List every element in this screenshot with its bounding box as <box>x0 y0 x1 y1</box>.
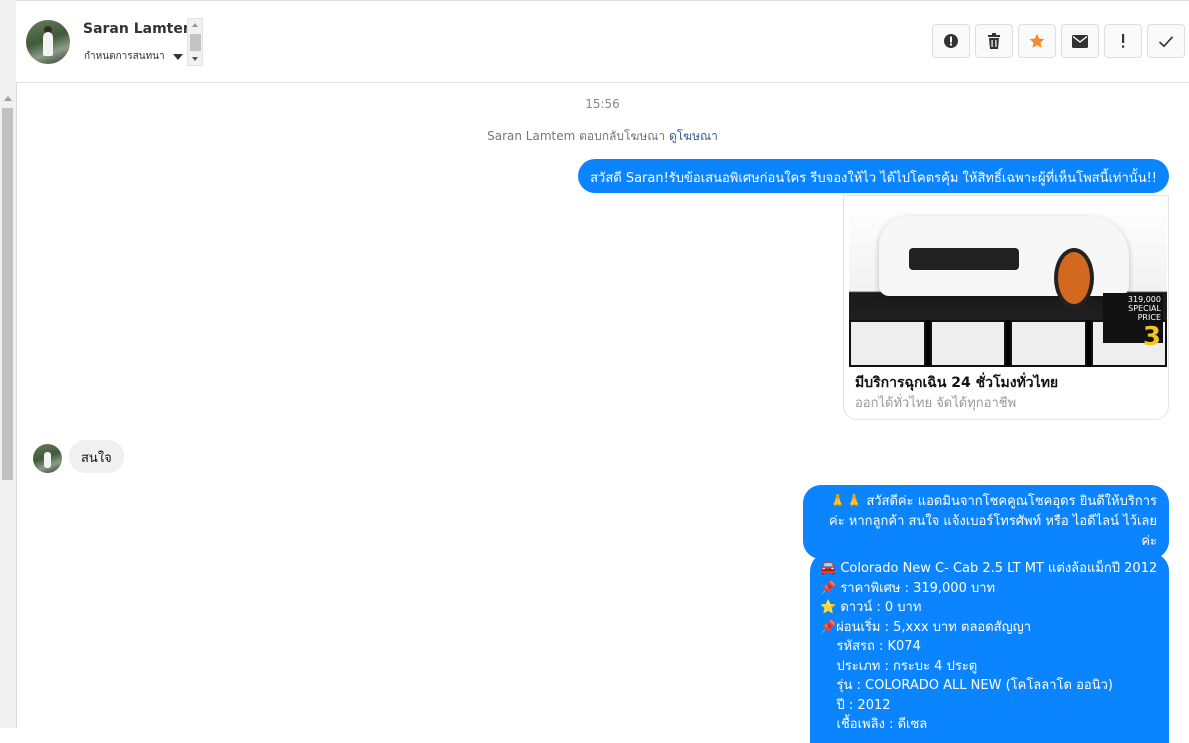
thumbnail <box>1010 320 1087 367</box>
status-scrollbar-thumb[interactable] <box>190 34 201 51</box>
listing-line: ประเภท : กระบะ 4 ประตู <box>820 658 978 674</box>
listing-line: ⭐ ดาวน์ : 0 บาท <box>820 600 922 615</box>
listing-line: 🚘 Colorado New C- Cab 2.5 LT MT แต่งล้อแ… <box>820 561 1158 576</box>
trash-icon <box>988 33 1000 49</box>
avatar[interactable] <box>26 20 70 64</box>
mail-button[interactable] <box>1061 24 1099 58</box>
avatar-person <box>43 32 53 56</box>
star-button[interactable] <box>1018 24 1056 58</box>
alert-button[interactable] <box>932 24 970 58</box>
incoming-message[interactable]: สนใจ <box>69 440 124 473</box>
car-image-wheel <box>1054 248 1094 308</box>
scrollbar-thumb[interactable] <box>2 108 13 480</box>
ad-reply-note: Saran Lamtem ตอบกลับโฆษณา ดูโฆษณา <box>16 127 1189 146</box>
ad-price-tag: 319,000 SPECIAL PRICE 3 <box>1103 293 1163 352</box>
outgoing-message[interactable]: สวัสดี Saran!รับข้อเสนอพิเศษก่อนใคร รีบจ… <box>578 159 1169 193</box>
listing-line: ปี : 2012 <box>820 697 891 713</box>
exclamation-icon <box>1122 34 1125 48</box>
alert-icon <box>944 34 958 48</box>
ad-card[interactable]: 319,000 SPECIAL PRICE 3 มีบริการฉุกเฉิน … <box>843 195 1169 420</box>
listing-line: รหัสรถ : K074 <box>820 639 921 654</box>
outgoing-message[interactable]: 🙏🙏 สวัสดีค่ะ แอดมินจากโชคคูณโชคอุดร ยินด… <box>803 485 1169 559</box>
car-image-grille <box>909 248 1019 270</box>
scroll-up-icon[interactable] <box>192 23 198 27</box>
status-scrollbar[interactable] <box>187 18 203 66</box>
message-timestamp: 15:56 <box>585 97 620 111</box>
ad-title[interactable]: มีบริการฉุกเฉิน 24 ชั่วโมงทั่วไทย <box>855 372 1058 394</box>
listing-line: 📌 ราคาพิเศษ : 319,000 บาท <box>820 580 996 596</box>
view-ad-link[interactable]: ดูโฆษณา <box>669 129 718 143</box>
mail-icon <box>1072 34 1088 48</box>
listing-line: รุ่น : COLORADO ALL NEW (โคโลลาโด ออนิว) <box>820 678 1113 693</box>
conversation-header: Saran Lamtem กำหนดการสนทนา <box>16 0 1189 83</box>
conversation-status-select[interactable]: กำหนดการสนทนา <box>84 49 165 64</box>
chevron-down-icon[interactable] <box>173 54 183 60</box>
message-thread[interactable]: 15:56 Saran Lamtem ตอบกลับโฆษณา ดูโฆษณา … <box>16 82 1189 743</box>
ad-subtitle: ออกได้ทั่วไทย จัดได้ทุกอาชีพ <box>855 396 1017 411</box>
outgoing-message-listing[interactable]: 🚘 Colorado New C- Cab 2.5 LT MT แต่งล้อแ… <box>810 553 1169 743</box>
mark-done-button[interactable] <box>1147 24 1185 58</box>
contact-name[interactable]: Saran Lamtem <box>83 21 197 37</box>
ad-price: 319,000 <box>1127 295 1161 304</box>
check-icon <box>1158 35 1174 47</box>
ad-big-number: 3 <box>1142 322 1161 352</box>
thumbnail <box>929 320 1006 367</box>
ad-reply-note-text: Saran Lamtem ตอบกลับโฆษณา <box>487 129 666 143</box>
star-icon <box>1029 33 1045 48</box>
listing-line: 📌ผ่อนเริ่ม : 5,xxx บาท ตลอดสัญญา <box>820 619 1032 635</box>
avatar-person <box>44 452 51 468</box>
mark-important-button[interactable] <box>1104 24 1142 58</box>
ad-price-label: SPECIAL PRICE <box>1128 304 1161 322</box>
scroll-up-arrow-icon[interactable] <box>4 96 12 101</box>
delete-button[interactable] <box>975 24 1013 58</box>
ad-image[interactable]: 319,000 SPECIAL PRICE 3 <box>849 198 1167 367</box>
listing-line: เชื้อเพลิง : ดีเซล <box>820 717 928 732</box>
scroll-down-icon[interactable] <box>192 57 198 61</box>
avatar[interactable] <box>33 444 62 473</box>
action-toolbar <box>932 24 1185 58</box>
thumbnail <box>849 320 926 367</box>
page-scrollbar[interactable] <box>0 0 17 728</box>
